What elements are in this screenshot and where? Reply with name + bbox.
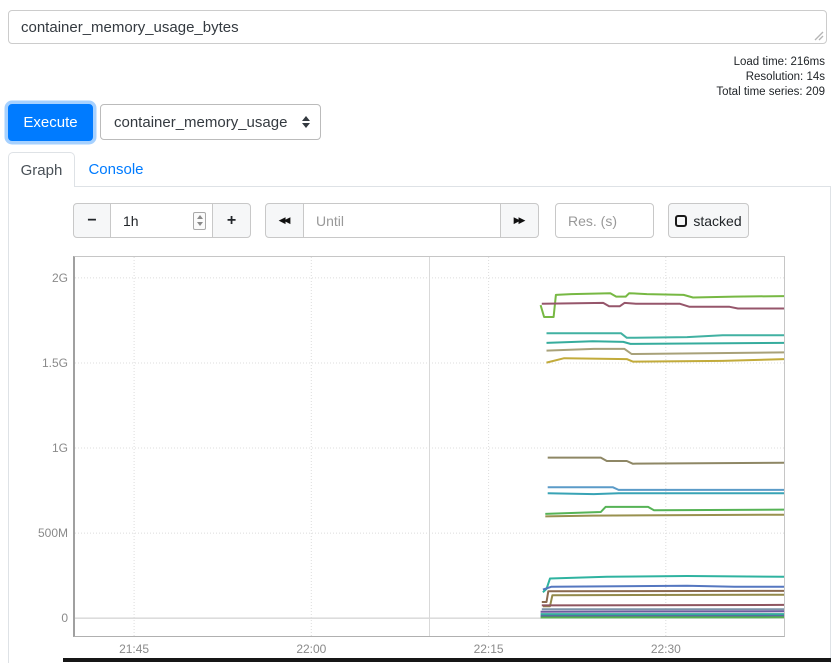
fast-forward-icon: ▶▶	[514, 215, 526, 226]
y-tick-label: 0	[4, 611, 68, 625]
load-time: Load time: 216ms	[716, 55, 825, 70]
range-duration-field	[110, 203, 213, 238]
series-line	[541, 293, 784, 317]
graph-plot-area[interactable]	[73, 256, 785, 637]
total-time-series: Total time series: 209	[716, 85, 825, 100]
increase-range-button[interactable]: +	[212, 203, 251, 238]
y-tick-label: 1.5G	[4, 356, 68, 370]
checkbox-unchecked-icon	[675, 215, 687, 227]
series-line	[545, 515, 784, 517]
graph-resize-handle[interactable]	[63, 658, 831, 662]
stacked-toggle-button[interactable]: stacked	[668, 203, 749, 238]
resolution: Resolution: 14s	[716, 70, 825, 85]
y-tick-label: 1G	[4, 441, 68, 455]
graph-canvas[interactable]	[75, 257, 784, 636]
metric-select[interactable]: container_memory_usage	[100, 104, 321, 140]
resolution-field	[555, 203, 654, 238]
prometheus-expression-browser: Load time: 216ms Resolution: 14s Total t…	[0, 0, 833, 663]
metric-select-value: container_memory_usage	[101, 114, 297, 131]
rewind-icon: ◀◀	[279, 215, 291, 226]
tab-console[interactable]: Console	[76, 152, 156, 186]
textarea-resize-grip-icon[interactable]	[813, 30, 824, 41]
series-line	[547, 358, 785, 362]
shift-back-button[interactable]: ◀◀	[265, 203, 304, 238]
series-line	[543, 576, 784, 592]
y-tick-label: 500M	[4, 526, 68, 540]
shift-forward-button[interactable]: ▶▶	[500, 203, 539, 238]
x-tick-label: 21:45	[112, 642, 156, 656]
tab-graph[interactable]: Graph	[8, 152, 75, 187]
resolution-input[interactable]	[556, 204, 653, 237]
query-expression-field	[8, 10, 827, 44]
series-line	[542, 605, 784, 606]
series-line	[542, 591, 784, 602]
y-tick-label: 2G	[4, 271, 68, 285]
series-line	[547, 333, 785, 338]
series-line	[545, 507, 784, 514]
execute-button[interactable]: Execute	[8, 104, 93, 141]
series-line	[547, 349, 785, 354]
query-expression-input[interactable]	[9, 11, 826, 43]
series-line	[542, 303, 784, 309]
number-stepper-icon[interactable]	[193, 212, 206, 230]
x-tick-label: 22:15	[467, 642, 511, 656]
series-line	[547, 341, 785, 344]
stacked-label: stacked	[693, 213, 741, 229]
decrease-range-button[interactable]: −	[73, 203, 111, 238]
x-tick-label: 22:30	[644, 642, 688, 656]
select-arrows-icon	[297, 116, 315, 128]
until-field	[303, 203, 501, 238]
until-input[interactable]	[304, 204, 500, 237]
series-line	[548, 493, 784, 494]
query-stats: Load time: 216ms Resolution: 14s Total t…	[716, 55, 825, 100]
series-line	[543, 586, 784, 590]
x-tick-label: 22:00	[289, 642, 333, 656]
